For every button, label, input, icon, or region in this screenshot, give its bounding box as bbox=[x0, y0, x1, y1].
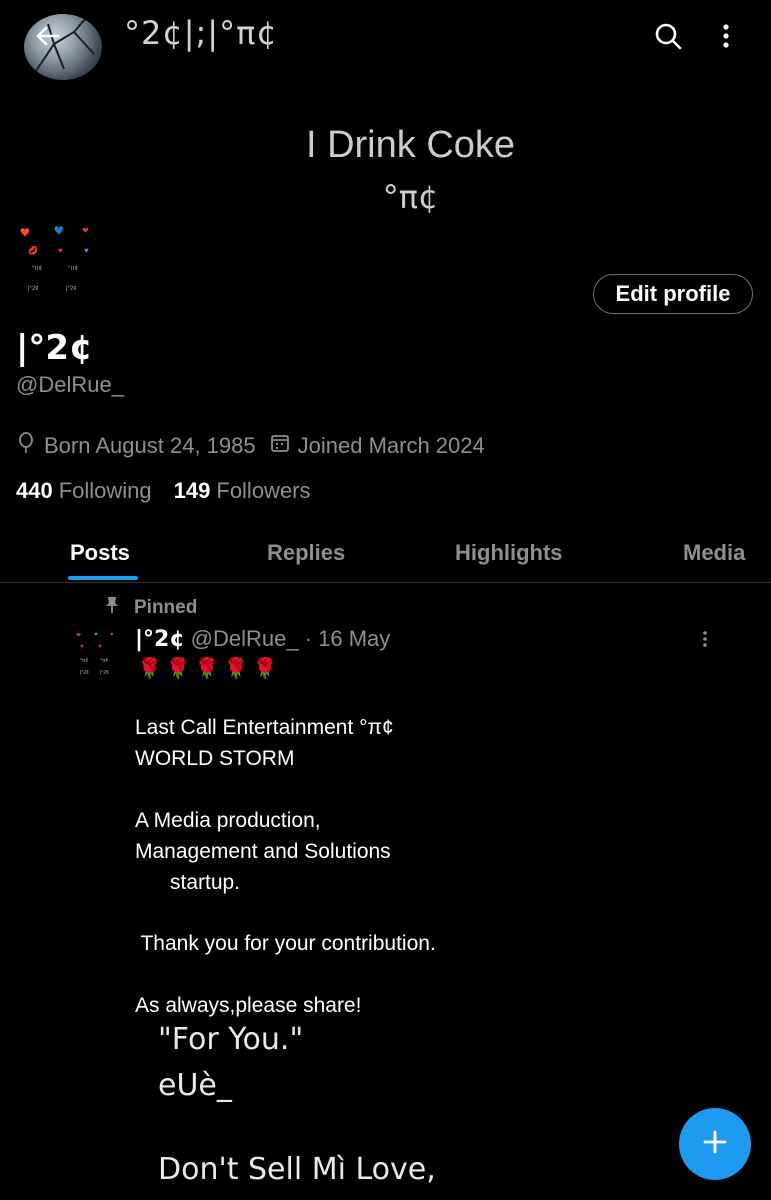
post-author-name[interactable]: |°2¢ bbox=[135, 627, 185, 652]
arrow-left-icon bbox=[34, 22, 62, 55]
pinned-indicator: Pinned bbox=[104, 596, 197, 620]
plus-icon bbox=[702, 1129, 728, 1160]
embedded-text: Don't Sell Mì Love, bbox=[158, 1152, 436, 1187]
banner-text-subtitle: °π¢ bbox=[382, 178, 439, 216]
post-author-avatar[interactable]: ❤ ♥ ♥ ♥ ♥ °π¢ °π¢ |°2¢ |°2¢ bbox=[72, 630, 122, 680]
tab-posts[interactable]: Posts bbox=[70, 540, 130, 566]
tab-replies[interactable]: Replies bbox=[267, 540, 345, 566]
embedded-text: "For You." bbox=[158, 1022, 304, 1057]
tab-media[interactable]: Media bbox=[683, 540, 745, 566]
profile-meta: Born August 24, 1985 Joined March 2024 bbox=[16, 432, 499, 460]
post-author-meta: @DelRue_ · 16 May bbox=[190, 626, 391, 651]
post-line: Thank you for your contribution. bbox=[135, 932, 436, 955]
pinned-label: Pinned bbox=[134, 597, 198, 618]
following-link[interactable]: 440 Following bbox=[16, 478, 152, 504]
birthday-item: Born August 24, 1985 bbox=[16, 432, 256, 460]
search-icon bbox=[653, 21, 683, 56]
tabs-divider bbox=[0, 582, 771, 583]
profile-avatar[interactable]: ❤️ 💙 ❤ 💋 ♥ ♥ °π¢ °π¢ |°2¢ |°2¢ bbox=[14, 218, 112, 304]
display-name: |°2¢ bbox=[16, 328, 93, 368]
edit-profile-button[interactable]: Edit profile bbox=[593, 274, 753, 314]
post-line: WORLD STORM bbox=[135, 747, 295, 770]
active-tab-indicator bbox=[68, 576, 138, 580]
embedded-text: eUè_ bbox=[158, 1068, 232, 1103]
birthday-text: Born August 24, 1985 bbox=[44, 433, 256, 458]
followers-link[interactable]: 149 Followers bbox=[174, 478, 311, 504]
follow-stats: 440 Following 149 Followers bbox=[16, 478, 333, 504]
calendar-icon bbox=[270, 433, 298, 459]
more-options-button[interactable] bbox=[708, 18, 744, 58]
profile-tabs: Posts Replies Highlights Media bbox=[0, 532, 771, 582]
tab-highlights[interactable]: Highlights bbox=[455, 540, 563, 566]
vertical-dots-icon bbox=[702, 630, 708, 653]
vertical-dots-icon bbox=[722, 23, 730, 54]
post-line: A Media production, bbox=[135, 809, 321, 832]
followers-count: 149 bbox=[173, 478, 211, 503]
joined-item: Joined March 2024 bbox=[270, 433, 485, 459]
followers-label: Followers bbox=[216, 478, 311, 503]
header-title: °2¢|;|°π¢ bbox=[124, 14, 278, 52]
user-handle: @DelRue_ bbox=[16, 372, 124, 397]
banner-text-title: I Drink Coke bbox=[305, 124, 516, 166]
back-button[interactable] bbox=[28, 20, 68, 56]
following-count: 440 bbox=[16, 478, 53, 503]
post-line: startup. bbox=[135, 871, 241, 894]
post-roses: 🌹🌹🌹🌹🌹 bbox=[137, 658, 282, 680]
joined-text: Joined March 2024 bbox=[297, 433, 485, 458]
following-label: Following bbox=[58, 478, 152, 503]
post-more-button[interactable] bbox=[690, 628, 720, 654]
balloon-icon bbox=[16, 432, 44, 460]
search-button[interactable] bbox=[648, 18, 688, 58]
post-header: |°2¢ @DelRue_ · 16 May bbox=[135, 626, 390, 652]
post-line: Last Call Entertainment °π¢ bbox=[135, 716, 394, 739]
pin-icon bbox=[104, 596, 134, 620]
compose-post-button[interactable] bbox=[679, 1108, 751, 1180]
post-line: Management and Solutions bbox=[135, 840, 391, 863]
post-line: As always,please share! bbox=[135, 994, 362, 1017]
